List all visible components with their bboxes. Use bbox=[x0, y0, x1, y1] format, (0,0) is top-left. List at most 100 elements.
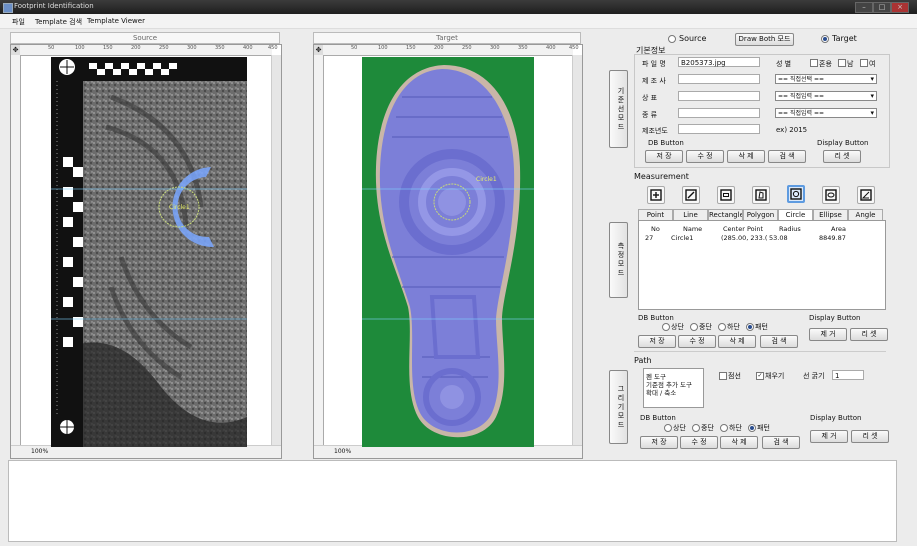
info-search-button[interactable]: 검 색 bbox=[768, 150, 806, 163]
menu-template-viewer[interactable]: Template Viewer bbox=[87, 17, 145, 25]
ruler-tick: 50 bbox=[48, 45, 55, 51]
gender-mixed-label: 혼용 bbox=[819, 60, 832, 68]
measure-display-title: Display Button bbox=[809, 314, 861, 322]
path-radio-middle-label: 중단 bbox=[701, 424, 714, 432]
brand-input[interactable] bbox=[678, 91, 760, 101]
ruler-tick: 450 bbox=[268, 45, 278, 51]
display-button-title: Display Button bbox=[817, 139, 869, 147]
path-reset-button[interactable]: 리 셋 bbox=[851, 430, 889, 443]
draw-mode-button[interactable]: 그리기모드 bbox=[609, 370, 628, 444]
measure-radio-top[interactable] bbox=[662, 323, 670, 331]
measure-radio-middle-label: 중단 bbox=[699, 323, 712, 331]
gender-female-label: 여 bbox=[869, 60, 876, 68]
measure-search-button[interactable]: 검 색 bbox=[760, 335, 798, 348]
measure-radio-bottom[interactable] bbox=[718, 323, 726, 331]
output-panel[interactable] bbox=[8, 460, 897, 542]
info-reset-button[interactable]: 리 셋 bbox=[823, 150, 861, 163]
path-radio-pattern[interactable] bbox=[748, 424, 756, 432]
path-delete-button[interactable]: 삭 제 bbox=[720, 436, 758, 449]
window-title: Footprint Identification bbox=[14, 2, 94, 10]
circle-tool-icon[interactable] bbox=[787, 185, 805, 203]
maker-select[interactable]: == 직접선택 == bbox=[775, 74, 877, 84]
path-tool-list[interactable]: 펜 도구 기준점 추가 도구 확대 / 축소 bbox=[643, 368, 704, 408]
measure-radio-top-label: 상단 bbox=[671, 323, 684, 331]
measurement-tabs: Point Line Rectangle Polygon Circle Elli… bbox=[638, 209, 884, 221]
minimize-button[interactable]: – bbox=[855, 2, 873, 13]
ruler-tick: 400 bbox=[546, 45, 556, 51]
brand-select[interactable]: == 직접입력 == bbox=[775, 91, 877, 101]
type-select[interactable]: == 직접입력 == bbox=[775, 108, 877, 118]
measure-db-title: DB Button bbox=[638, 314, 674, 322]
line-tool-icon[interactable] bbox=[682, 186, 700, 204]
gender-female-checkbox[interactable] bbox=[860, 59, 868, 67]
ruler-tick: 250 bbox=[462, 45, 472, 51]
target-view[interactable]: ✥ 50 100 150 200 250 300 350 400 450 100… bbox=[313, 44, 583, 459]
target-vertical-scrollbar[interactable] bbox=[572, 55, 582, 446]
type-input[interactable] bbox=[678, 108, 760, 118]
gender-label: 성 별 bbox=[776, 60, 792, 68]
path-edit-button[interactable]: 수 정 bbox=[680, 436, 718, 449]
point-tool-icon[interactable] bbox=[647, 186, 665, 204]
filename-input[interactable]: B205373.jpg bbox=[678, 57, 760, 67]
path-db-title: DB Button bbox=[640, 414, 676, 422]
angle-tool-icon[interactable] bbox=[857, 186, 875, 204]
fill-label: 채우기 bbox=[765, 372, 785, 380]
measure-radio-pattern[interactable] bbox=[746, 323, 754, 331]
table-row[interactable]: 27 Circle1 (285.00, 233.( 53.08 8849.87 bbox=[641, 234, 881, 243]
move-cursor-icon[interactable]: ✥ bbox=[11, 45, 20, 55]
measure-view-button[interactable]: 제 거 bbox=[809, 328, 847, 341]
path-view-button[interactable]: 제 거 bbox=[810, 430, 848, 443]
path-save-button[interactable]: 저 장 bbox=[640, 436, 678, 449]
zoom-tool-item[interactable]: 확대 / 축소 bbox=[646, 387, 676, 397]
target-zoom-level: 100% bbox=[334, 448, 352, 455]
ellipse-tool-icon[interactable] bbox=[822, 186, 840, 204]
menu-file[interactable]: 파일 bbox=[12, 17, 25, 27]
polygon-tool-icon[interactable] bbox=[752, 186, 770, 204]
rectangle-tool-icon[interactable] bbox=[717, 186, 735, 204]
measurement-table[interactable]: No Name Center Point Radius Area 27 Circ… bbox=[638, 220, 886, 310]
fill-checkbox[interactable]: ✓ bbox=[756, 372, 764, 380]
measure-delete-button[interactable]: 삭 제 bbox=[718, 335, 756, 348]
path-radio-top[interactable] bbox=[664, 424, 672, 432]
row-name: Circle1 bbox=[671, 234, 694, 242]
move-cursor-icon[interactable]: ✥ bbox=[314, 45, 323, 55]
maker-input[interactable] bbox=[678, 74, 760, 84]
column-header-no: No bbox=[651, 225, 660, 233]
menu-template-search[interactable]: Template 검색 bbox=[35, 17, 82, 27]
path-radio-bottom[interactable] bbox=[720, 424, 728, 432]
measure-mode-button[interactable]: 측정모드 bbox=[609, 222, 628, 298]
target-radio[interactable] bbox=[821, 35, 829, 43]
source-vertical-ruler bbox=[11, 55, 21, 446]
measurement-title: Measurement bbox=[634, 172, 689, 181]
info-save-button[interactable]: 저 장 bbox=[645, 150, 683, 163]
gender-male-checkbox[interactable] bbox=[838, 59, 846, 67]
measure-edit-button[interactable]: 수 정 bbox=[678, 335, 716, 348]
measure-radio-middle[interactable] bbox=[690, 323, 698, 331]
target-radio-label: Target bbox=[832, 34, 857, 43]
draw-both-button[interactable]: Draw Both 모드 bbox=[735, 33, 794, 46]
source-vertical-scrollbar[interactable] bbox=[271, 55, 281, 446]
info-delete-button[interactable]: 삭 제 bbox=[727, 150, 765, 163]
source-radio[interactable] bbox=[668, 35, 676, 43]
path-radio-middle[interactable] bbox=[692, 424, 700, 432]
year-input[interactable] bbox=[678, 124, 760, 134]
dotted-checkbox[interactable] bbox=[719, 372, 727, 380]
measure-reset-button[interactable]: 리 셋 bbox=[850, 328, 888, 341]
path-display-title: Display Button bbox=[810, 414, 862, 422]
divider bbox=[634, 351, 886, 352]
path-radio-bottom-label: 하단 bbox=[729, 424, 742, 432]
gender-mixed-checkbox[interactable] bbox=[810, 59, 818, 67]
close-button[interactable]: × bbox=[891, 2, 909, 13]
source-panel-header: Source bbox=[10, 32, 280, 44]
baseline-mode-button[interactable]: 기준선모드 bbox=[609, 70, 628, 148]
source-view[interactable]: ✥ 50 100 150 200 250 300 350 400 450 100… bbox=[10, 44, 282, 459]
line-width-input[interactable]: 1 bbox=[832, 370, 864, 380]
row-no: 27 bbox=[645, 234, 654, 242]
measure-save-button[interactable]: 저 장 bbox=[638, 335, 676, 348]
path-search-button[interactable]: 검 색 bbox=[762, 436, 800, 449]
info-edit-button[interactable]: 수 정 bbox=[686, 150, 724, 163]
maximize-button[interactable]: □ bbox=[873, 2, 891, 13]
ruler-tick: 300 bbox=[187, 45, 197, 51]
ruler-tick: 350 bbox=[518, 45, 528, 51]
target-vertical-ruler bbox=[314, 55, 324, 446]
